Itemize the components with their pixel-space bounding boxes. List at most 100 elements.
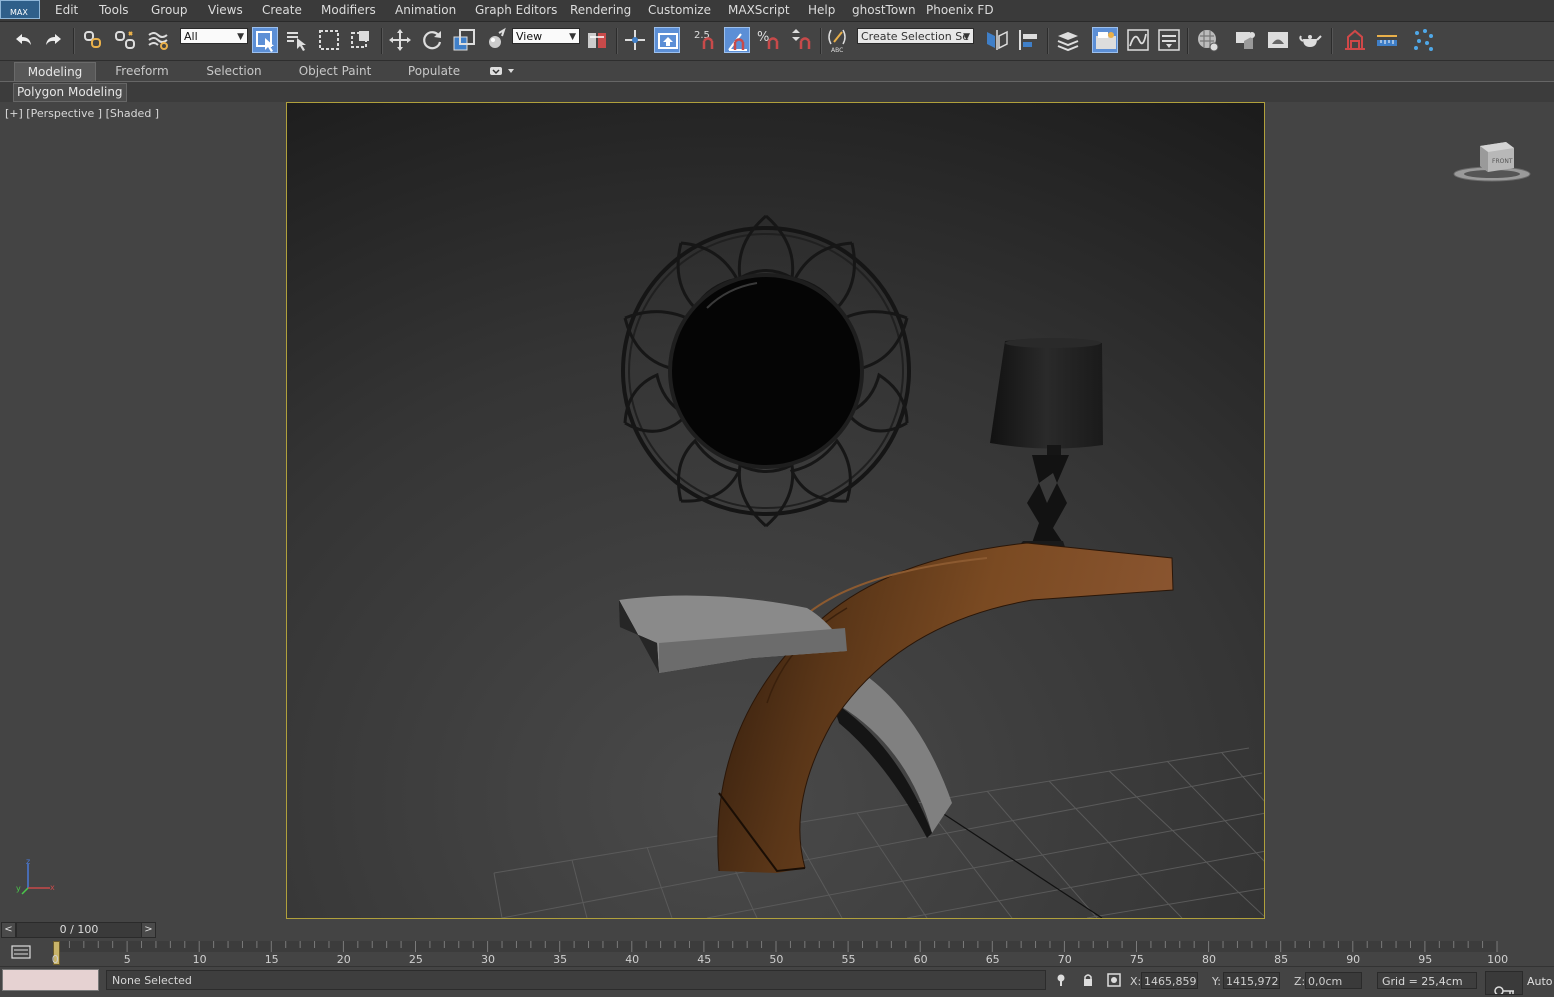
material-editor-icon[interactable] (1195, 27, 1221, 53)
measure-icon[interactable] (1374, 27, 1400, 53)
undo-icon[interactable] (10, 27, 36, 53)
absolute-mode-icon[interactable] (1107, 973, 1121, 987)
schematic-view-icon[interactable] (1156, 27, 1182, 53)
placement-icon[interactable] (483, 27, 509, 53)
tab-freeform[interactable]: Freeform (104, 62, 180, 80)
spinner-snap-icon[interactable] (788, 27, 814, 53)
render-setup-icon[interactable] (1233, 27, 1259, 53)
selection-status: None Selected (106, 970, 1046, 990)
curve-editor-icon[interactable] (1125, 27, 1151, 53)
tab-selection[interactable]: Selection (196, 62, 272, 80)
track-tick-label: 65 (985, 953, 1000, 966)
tab-object-paint[interactable]: Object Paint (290, 62, 380, 80)
selection-filter-dropdown[interactable]: All ▼ (180, 28, 248, 44)
named-selection-set-dropdown[interactable]: Create Selection Se ▼ (857, 28, 974, 44)
track-tick-label: 70 (1057, 953, 1072, 966)
tab-populate[interactable]: Populate (398, 62, 470, 80)
axis-tripod: z x y (12, 857, 58, 898)
track-bar[interactable]: 0 5 10 15 20 25 30 35 40 45 50 55 60 65 70 75 80 85 90 95 10… (0, 939, 1554, 966)
rectangular-region-icon[interactable] (316, 27, 342, 53)
menu-maxscript[interactable]: MAXScript (728, 3, 790, 17)
bind-space-warp-icon[interactable] (145, 27, 171, 53)
reference-coordinate-dropdown[interactable]: View ▼ (512, 28, 580, 44)
track-tick-label: 10 (192, 953, 207, 966)
prev-frame-button[interactable]: < (1, 922, 16, 938)
select-manipulate-icon[interactable] (622, 27, 648, 53)
menu-ghosttown[interactable]: ghostTown (852, 3, 916, 17)
chevron-down-icon: ▼ (963, 32, 970, 42)
track-tick-label: 0 (51, 953, 59, 966)
next-frame-button[interactable]: > (141, 922, 156, 938)
snap-toggle-icon[interactable]: 2.5 (692, 27, 718, 53)
menu-rendering[interactable]: Rendering (570, 3, 631, 17)
isolate-selection-icon[interactable] (1054, 973, 1068, 987)
ribbon-panel: Polygon Modeling (0, 81, 1554, 102)
select-by-name-icon[interactable] (284, 27, 310, 53)
menu-phoenix-fd[interactable]: Phoenix FD (926, 3, 994, 17)
z-coordinate-field[interactable]: 0,0cm (1305, 972, 1362, 989)
set-key-icon[interactable] (1485, 971, 1523, 996)
chevron-down-icon: ▼ (237, 32, 244, 42)
menu-animation[interactable]: Animation (395, 3, 456, 17)
svg-text:ABC: ABC (831, 47, 843, 53)
polygon-modeling-button[interactable]: Polygon Modeling (13, 83, 127, 102)
percent-snap-icon[interactable]: % (756, 27, 782, 53)
viewport-render-frame[interactable] (286, 102, 1265, 919)
svg-text:z: z (26, 858, 30, 866)
select-move-icon[interactable] (387, 27, 413, 53)
menu-edit[interactable]: Edit (55, 3, 78, 17)
mirror-icon[interactable] (984, 27, 1010, 53)
menu-help[interactable]: Help (808, 3, 835, 17)
svg-text:%: % (757, 30, 769, 45)
menu-modifiers[interactable]: Modifiers (321, 3, 376, 17)
scene-explorer-icon[interactable] (1092, 27, 1118, 53)
menu-create[interactable]: Create (262, 3, 302, 17)
layer-manager-icon[interactable] (1055, 27, 1081, 53)
auto-key-button[interactable]: Auto (1527, 975, 1553, 988)
viewport-label[interactable]: [+] [Perspective ] [Shaded ] (5, 107, 159, 120)
svg-text:y: y (16, 884, 21, 893)
menu-tools[interactable]: Tools (99, 3, 129, 17)
menu-graph-editors[interactable]: Graph Editors (475, 3, 557, 17)
y-label: Y: (1212, 975, 1221, 988)
align-icon[interactable] (1016, 27, 1042, 53)
y-coordinate-field[interactable]: 1415,972cı (1223, 972, 1280, 989)
use-pivot-icon[interactable] (585, 27, 611, 53)
maxscript-listener-mini[interactable] (2, 969, 99, 991)
menu-group[interactable]: Group (151, 3, 188, 17)
viewcube-face-label: FRONT (1492, 158, 1513, 165)
edit-named-selection-icon[interactable]: ABC (825, 27, 851, 53)
link-icon[interactable] (80, 27, 106, 53)
angle-snap-icon[interactable] (724, 27, 750, 53)
menu-views[interactable]: Views (208, 3, 243, 17)
select-object-icon[interactable] (252, 27, 278, 53)
chevron-down-icon: ▼ (569, 32, 576, 42)
rendered-frame-window-icon[interactable] (1265, 27, 1291, 53)
track-tick-label: 100 (1487, 953, 1509, 966)
select-scale-icon[interactable] (451, 27, 477, 53)
track-tick-label: 60 (913, 953, 928, 966)
track-tick-label: 40 (625, 953, 640, 966)
x-coordinate-field[interactable]: 1465,859cı (1141, 972, 1198, 989)
menu-customize[interactable]: Customize (648, 3, 711, 17)
track-tick-label: 85 (1274, 953, 1289, 966)
track-tick-label: 30 (481, 953, 495, 966)
redo-icon[interactable] (41, 27, 67, 53)
frame-counter[interactable]: 0 / 100 (16, 922, 142, 938)
app-logo-button[interactable]: MAX (0, 0, 40, 19)
ghosttown-icon[interactable] (1342, 27, 1368, 53)
track-tick-label: 15 (264, 953, 279, 966)
teapot-render-icon[interactable] (1297, 27, 1323, 53)
tab-modeling[interactable]: Modeling (14, 62, 96, 81)
unlink-icon[interactable] (112, 27, 138, 53)
time-slider[interactable]: < 0 / 100 > (0, 920, 1554, 938)
ribbon-options-icon[interactable] (489, 65, 515, 77)
track-tick-label: 75 (1129, 953, 1144, 966)
particle-icon[interactable] (1411, 27, 1437, 53)
viewcube[interactable]: FRONT (1450, 138, 1534, 186)
ribbon-tab-bar: Modeling Freeform Selection Object Paint… (0, 61, 1554, 81)
lock-icon[interactable] (1081, 973, 1095, 987)
keyboard-shortcut-override-icon[interactable] (654, 27, 680, 53)
window-crossing-icon[interactable] (348, 27, 374, 53)
select-rotate-icon[interactable] (419, 27, 445, 53)
